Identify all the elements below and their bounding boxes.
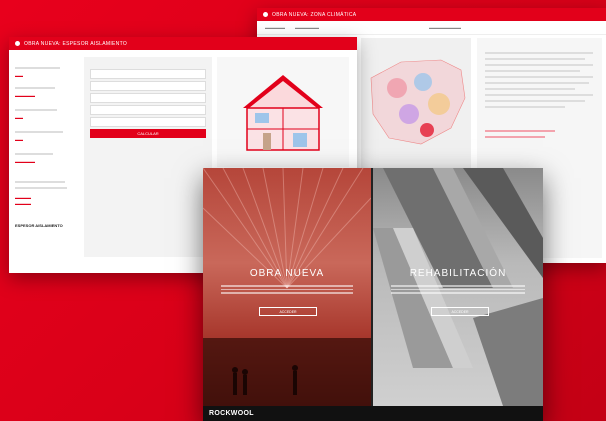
new-build-access-button[interactable]: ACCEDER	[259, 307, 317, 316]
form-field-2[interactable]	[90, 81, 206, 91]
tab-3[interactable]: ▬▬▬▬▬▬▬▬	[429, 25, 461, 30]
sidebar-item-2[interactable]: ▬▬▬▬▬	[15, 93, 35, 98]
renovation-heading: REHABILITACIÓN	[409, 268, 507, 279]
brand-logo: ROCKWOOL	[209, 410, 254, 417]
mid-window-title: OBRA NUEVA: ESPESOR AISLAMIENTO	[24, 40, 128, 47]
form-field-3[interactable]	[90, 93, 206, 103]
form-field-1[interactable]	[90, 69, 206, 79]
mid-window-titlebar: OBRA NUEVA: ESPESOR AISLAMIENTO	[9, 37, 357, 50]
sidebar-item-7[interactable]: ▬▬▬▬	[15, 201, 31, 206]
tab-2[interactable]: ▬▬▬▬▬▬	[295, 25, 319, 30]
sidebar: ▬▬ ▬▬▬▬▬ ▬▬ ▬▬ ▬▬▬▬▬ ▬▬▬▬ ▬▬▬▬ ESPESOR A…	[15, 57, 75, 257]
house-illustration	[243, 75, 323, 151]
tab-1[interactable]: ▬▬▬▬▬	[265, 25, 285, 30]
result-label: ESPESOR AISLAMIENTO	[15, 223, 63, 228]
sidebar-item-3[interactable]: ▬▬	[15, 115, 23, 120]
background: OBRA NUEVA: ZONA CLIMÁTICA ▬▬▬▬▬ ▬▬▬▬▬▬ …	[0, 0, 606, 421]
form-panel: CALCULAR	[84, 57, 212, 257]
sidebar-item-1[interactable]: ▬▬	[15, 73, 23, 78]
renovation-description	[385, 283, 531, 297]
sidebar-item-5[interactable]: ▬▬▬▬▬	[15, 159, 35, 164]
form-field-4[interactable]	[90, 105, 206, 115]
renovation-access-button[interactable]: ACCEDER	[431, 307, 489, 316]
footer-bar: ROCKWOOL	[203, 406, 543, 421]
spain-map[interactable]	[361, 48, 471, 158]
hero-card: OBRA NUEVA ACCEDER REHABILITACIÓN ACCEDE…	[203, 168, 543, 421]
form-field-5[interactable]	[90, 117, 206, 127]
calculate-button[interactable]: CALCULAR	[90, 129, 206, 138]
sidebar-item-6[interactable]: ▬▬▬▬	[15, 195, 31, 200]
back-window-tabs: ▬▬▬▬▬ ▬▬▬▬▬▬ ▬▬▬▬▬▬▬▬	[257, 21, 606, 35]
app-logo-icon	[263, 12, 268, 17]
sidebar-item-4[interactable]: ▬▬	[15, 137, 23, 142]
new-build-panel[interactable]: OBRA NUEVA ACCEDER	[203, 168, 371, 406]
renovation-panel[interactable]: REHABILITACIÓN ACCEDER	[373, 168, 543, 406]
new-build-heading: OBRA NUEVA	[249, 268, 325, 279]
back-window-titlebar: OBRA NUEVA: ZONA CLIMÁTICA	[257, 8, 606, 21]
house-panel	[217, 57, 349, 167]
back-window-title: OBRA NUEVA: ZONA CLIMÁTICA	[272, 11, 357, 18]
new-build-description	[215, 283, 359, 297]
app-logo-icon-2	[15, 41, 20, 46]
